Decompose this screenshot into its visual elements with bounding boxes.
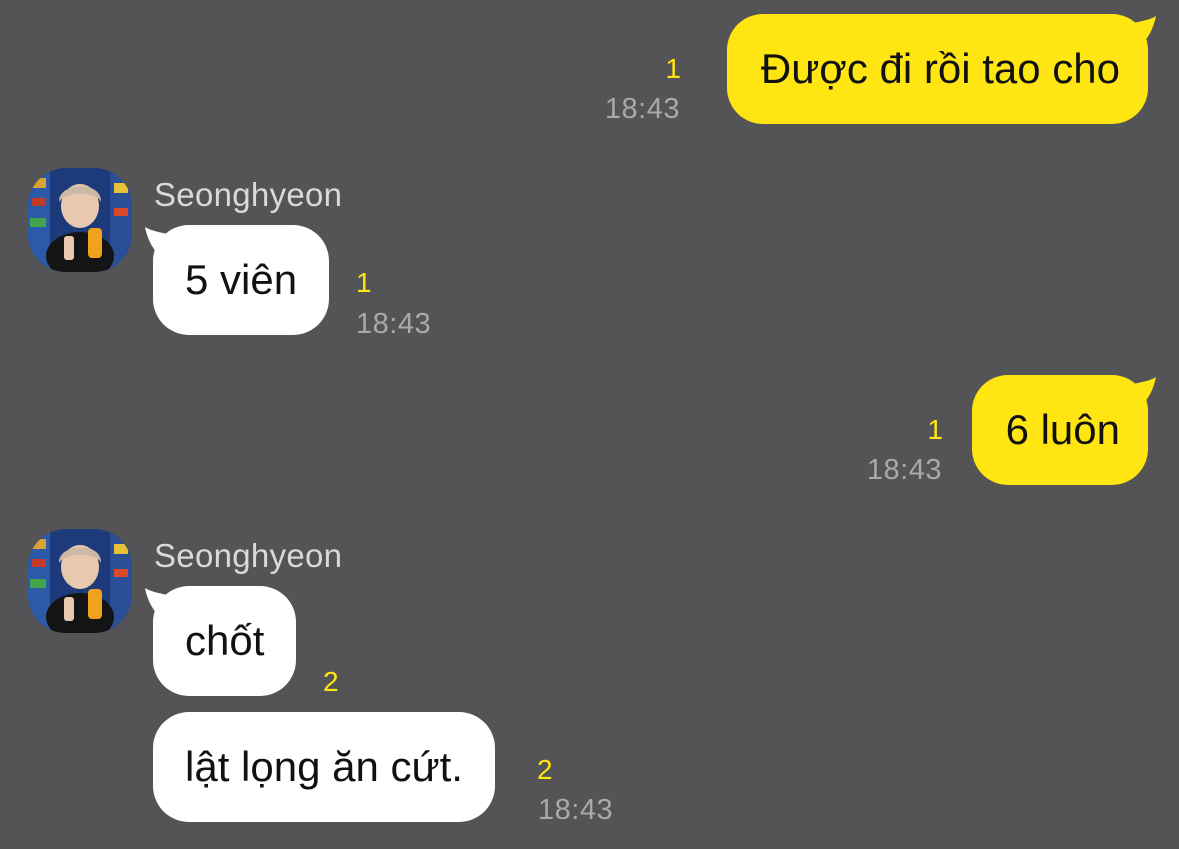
incoming-message-bubble[interactable]: 5 viên <box>145 225 330 335</box>
message-timestamp: 18:43 <box>866 454 942 486</box>
unread-count: 1 <box>927 414 943 445</box>
sender-avatar[interactable] <box>28 529 132 633</box>
incoming-message-bubble[interactable]: chốt <box>145 586 297 696</box>
unread-count: 1 <box>665 53 681 84</box>
chat-view: Được đi rồi tao cho 1 18:43 Seonghyeon 5… <box>0 0 1179 849</box>
message-timestamp: 18:43 <box>604 93 680 125</box>
sender-name: Seonghyeon <box>154 176 343 213</box>
message-text: lật lọng ăn cứt. <box>185 743 463 790</box>
sender-avatar[interactable] <box>28 168 132 272</box>
sender-name: Seonghyeon <box>154 537 343 574</box>
message-timestamp: 18:43 <box>538 794 614 826</box>
bubble-tail-icon <box>1128 16 1156 44</box>
message-text: chốt <box>185 617 265 664</box>
message-text: 6 luôn <box>1005 406 1120 453</box>
unread-count: 1 <box>356 267 372 298</box>
bubble-tail-icon <box>145 588 173 616</box>
unread-count: 2 <box>537 754 553 785</box>
outgoing-message-bubble[interactable]: Được đi rồi tao cho <box>726 14 1156 124</box>
unread-count: 2 <box>323 666 339 697</box>
outgoing-message-bubble[interactable]: 6 luôn <box>971 375 1156 485</box>
message-text: Được đi rồi tao cho <box>760 45 1120 92</box>
message-timestamp: 18:43 <box>356 308 432 340</box>
bubble-tail-icon <box>1128 377 1156 405</box>
incoming-message-bubble[interactable]: lật lọng ăn cứt. <box>153 712 495 822</box>
message-text: 5 viên <box>185 256 298 303</box>
bubble-tail-icon <box>145 227 173 255</box>
